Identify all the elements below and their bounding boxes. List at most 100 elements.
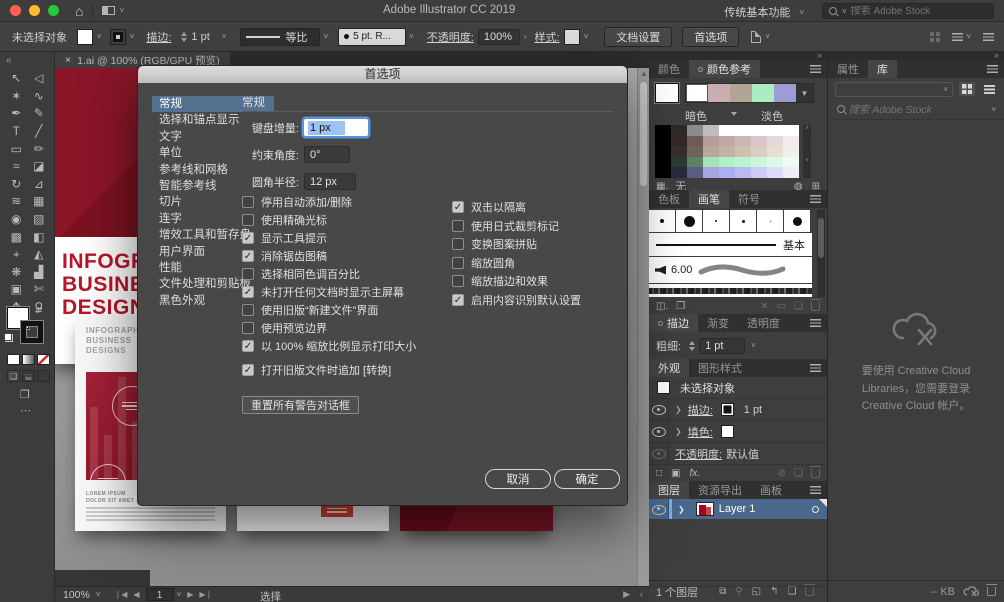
checkbox-right-2[interactable]: ✓变换图案拼贴 (452, 238, 581, 250)
brush-options-icon[interactable]: ▭ (777, 301, 786, 312)
workspace-switcher[interactable]: 传统基本功能 ˅ (724, 4, 804, 20)
checkbox-right-4[interactable]: ✓缩放描边和效果 (452, 275, 581, 287)
layer-row[interactable]: ❯ Layer 1 (649, 499, 827, 519)
collapse-panels-icon[interactable]: » (994, 50, 999, 60)
chevron-down-icon[interactable]: ˅ (323, 32, 328, 41)
grid-swatch-4-5[interactable] (735, 167, 751, 178)
rectangle-tool-icon[interactable]: ▭ (5, 140, 28, 157)
checkbox-left-9[interactable]: ✓打开旧版文件时追加 [转换] (242, 364, 416, 376)
brushes-scrollbar[interactable] (817, 210, 825, 297)
checkbox-left-7[interactable]: ✓使用预览边界 (242, 322, 416, 334)
grid-swatch-1-2[interactable] (687, 136, 703, 147)
arrange-documents-icon[interactable] (102, 6, 115, 15)
add-effect-icon[interactable]: fx. (690, 468, 701, 479)
library-search[interactable]: ˅ (828, 100, 1004, 120)
draw-inside-button[interactable]: ◌ (37, 370, 50, 382)
chevron-down-icon[interactable]: ˅ (751, 341, 756, 350)
chevron-right-icon[interactable]: › (524, 32, 527, 41)
panel-options-control[interactable]: ˅ (952, 32, 971, 41)
stroke-weight-value[interactable]: 1 pt (191, 31, 209, 43)
tab-brushes[interactable]: 画笔 (689, 190, 729, 208)
grid-swatch-0-3[interactable] (703, 125, 719, 136)
checkbox-right-3[interactable]: ✓缩放圆角 (452, 257, 581, 269)
shaper-tool-icon[interactable]: ≈ (5, 158, 28, 175)
corner-radius-input[interactable]: 12 px (304, 173, 356, 190)
swap-fill-stroke-icon[interactable]: ⇄ (35, 305, 43, 316)
tab-appearance[interactable]: 外观 (649, 359, 689, 377)
close-tab-icon[interactable]: × (65, 54, 71, 66)
calligraphic-brush-4[interactable] (757, 210, 783, 232)
chevron-down-icon[interactable]: ▼ (796, 84, 813, 102)
free-transform-tool-icon[interactable]: ▦ (28, 193, 51, 210)
calligraphic-brush-5[interactable] (784, 210, 810, 232)
checkbox-right-1[interactable]: ✓使用日式裁剪标记 (452, 220, 581, 232)
calligraphic-brush-3[interactable] (730, 210, 756, 232)
chevron-down-icon[interactable]: ˅ (97, 32, 102, 41)
variation-swatch-3[interactable] (752, 84, 774, 102)
last-artboard-icon[interactable]: ▶❘ (199, 590, 212, 599)
grid-swatch-0-8[interactable] (783, 125, 799, 136)
grid-swatch-4-2[interactable] (687, 167, 703, 178)
pen-tool-icon[interactable]: ✒ (5, 105, 28, 122)
checkbox-left-6[interactable]: ✓使用旧版“新建文件”界面 (242, 304, 416, 316)
checkbox-left-3[interactable]: ✓消除锯齿图稿 (242, 250, 416, 262)
document-setup-button[interactable]: 文档设置 (604, 27, 672, 47)
grid-swatch-4-1[interactable] (671, 167, 687, 178)
artboard-number-field[interactable]: 1 (146, 588, 174, 601)
grid-swatch-2-0[interactable] (655, 146, 671, 157)
appearance-stroke-row[interactable]: ❯ 描边: 1 pt (649, 399, 827, 421)
variation-swatch-1[interactable] (708, 84, 730, 102)
chevron-down-icon[interactable]: ˅ (96, 590, 101, 599)
library-select[interactable]: ˅ (835, 82, 953, 97)
minimize-window-button[interactable] (29, 5, 40, 16)
lasso-tool-icon[interactable]: ∿ (28, 88, 51, 105)
tab-layers[interactable]: 图层 (649, 481, 689, 499)
chevron-down-icon[interactable]: ˅ (584, 32, 589, 41)
home-icon[interactable]: ⌂ (75, 4, 83, 18)
selection-tool-icon[interactable]: ↖ (5, 70, 28, 87)
calligraphic-brush-2[interactable] (703, 210, 729, 232)
keyboard-increment-input[interactable]: 1 px (304, 119, 368, 136)
tab-artboards[interactable]: 画板 (751, 481, 791, 499)
locate-object-icon[interactable]: ⚲ (735, 586, 742, 597)
grid-swatch-1-8[interactable] (783, 136, 799, 147)
grid-swatch-0-2[interactable] (687, 125, 703, 136)
color-variations[interactable]: ▼ (685, 83, 814, 103)
grid-swatch-2-4[interactable] (719, 146, 735, 157)
grid-swatch-2-7[interactable] (767, 146, 783, 157)
tab-symbols[interactable]: 符号 (729, 190, 769, 208)
layer-name[interactable]: Layer 1 (719, 503, 756, 515)
chevron-down-icon[interactable]: ˅ (130, 32, 135, 41)
library-search-input[interactable] (848, 104, 985, 116)
zoom-window-button[interactable] (48, 5, 59, 16)
grid-swatch-4-6[interactable] (751, 167, 767, 178)
appearance-fill-row[interactable]: ❯ 填色: (649, 421, 827, 443)
chevron-down-icon[interactable]: ˅ (991, 105, 996, 114)
none-mode-button[interactable] (37, 354, 50, 365)
perspective-grid-tool-icon[interactable]: ▨ (28, 211, 51, 228)
grid-swatch-3-4[interactable] (719, 157, 735, 168)
grid-swatch-4-8[interactable] (783, 167, 799, 178)
tab-color-guide[interactable]: 颜色参考 (689, 60, 760, 78)
symbol-sprayer-tool-icon[interactable]: ❋ (5, 264, 28, 281)
panel-menu-icon[interactable] (810, 364, 821, 372)
grid-swatch-2-8[interactable] (783, 146, 799, 157)
tab-libraries[interactable]: 库 (868, 60, 897, 78)
tab-properties[interactable]: 属性 (828, 60, 868, 78)
grid-swatch-3-2[interactable] (687, 157, 703, 168)
collect-for-export-icon[interactable]: ⧉ (719, 586, 726, 597)
expand-icon[interactable]: ❯ (675, 405, 682, 414)
gradient-tool-icon[interactable]: ◧ (28, 228, 51, 245)
grid-swatch-3-1[interactable] (671, 157, 687, 168)
tab-swatches[interactable]: 色板 (649, 190, 689, 208)
weight-stepper[interactable] (689, 341, 695, 351)
variable-width-profile[interactable]: 等比 (240, 28, 320, 46)
touch-workspace-icon[interactable] (930, 32, 940, 42)
calligraphic-brush-0[interactable] (649, 210, 675, 232)
dark-variation-label[interactable]: 暗色 (685, 108, 707, 124)
color-mode-button[interactable] (7, 354, 20, 365)
share-document-control[interactable]: ˅ (751, 31, 770, 43)
fill-swatch[interactable] (77, 29, 93, 45)
grid-swatch-3-6[interactable] (751, 157, 767, 168)
status-collapse-icon[interactable]: ‹ (640, 589, 643, 600)
